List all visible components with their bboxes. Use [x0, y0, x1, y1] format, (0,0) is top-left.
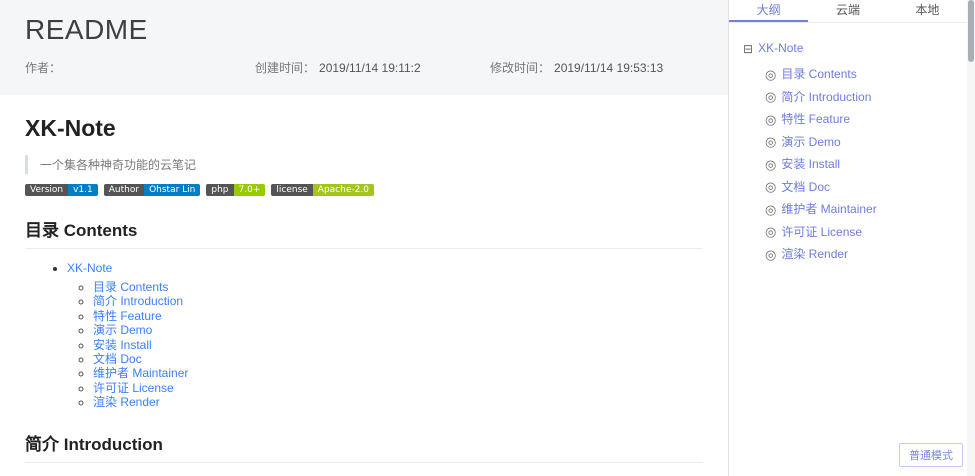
toc-item: 安装 Install [93, 338, 703, 352]
tree-root-row[interactable]: ⊟ XK-Note [743, 40, 965, 57]
tree-item-row[interactable]: ◎ 文档 Doc [743, 179, 965, 196]
document-header: README 作者： 创建时间： 2019/11/14 19:11:2 修改时间：… [0, 0, 728, 95]
badge-value: v1.1 [68, 184, 98, 196]
doc-h1-title: XK-Note [25, 115, 116, 141]
toc-item: 渲染 Render [93, 395, 703, 409]
document-body: XK-Note 一个集各种神奇功能的云笔记 Version v1.1 Author… [0, 95, 728, 476]
license-badge: license Apache-2.0 [271, 184, 374, 196]
document-meta: 作者： 创建时间： 2019/11/14 19:11:2 修改时间： 2019/11… [25, 59, 703, 76]
tree-link-contents[interactable]: 目录 Contents [781, 66, 856, 83]
anchor-icon: ◎ [765, 201, 777, 217]
anchor-icon: ◎ [765, 66, 777, 82]
collapse-icon[interactable]: ⊟ [743, 43, 753, 55]
author-label: 作者： [25, 61, 62, 75]
toc-link-doc[interactable]: 文档 Doc [93, 352, 142, 366]
document-pane: README 作者： 创建时间： 2019/11/14 19:11:2 修改时间：… [0, 0, 728, 476]
toc-item: 维护者 Maintainer [93, 366, 703, 380]
page-title: README [25, 14, 148, 45]
created-label: 创建时间： [255, 61, 316, 75]
tree-link-install[interactable]: 安装 Install [781, 156, 840, 173]
badge-value: Ohstar Lin [144, 184, 201, 196]
version-badge: Version v1.1 [25, 184, 98, 196]
contents-heading: 目录 Contents [25, 216, 703, 249]
modified-label: 修改时间： [490, 61, 551, 75]
tree-item-row[interactable]: ◎ 特性 Feature [743, 111, 965, 128]
anchor-icon: ◎ [765, 224, 777, 239]
badge-value: Apache-2.0 [312, 184, 374, 196]
toc-link-contents[interactable]: 目录 Contents [93, 280, 168, 294]
toc-link-license[interactable]: 许可证 License [93, 381, 174, 395]
toc-item: 演示 Demo [93, 323, 703, 337]
anchor-icon: ◎ [765, 246, 777, 262]
scrollbar-thumb[interactable] [968, 0, 974, 62]
tree-link-render[interactable]: 渲染 Render [781, 246, 848, 263]
toc-link-maintainer[interactable]: 维护者 Maintainer [93, 366, 188, 380]
outline-tree: ⊟ XK-Note ◎ 目录 Contents ◎ 简介 Introductio… [729, 23, 975, 263]
tab-cloud[interactable]: 云端 [808, 0, 887, 22]
tab-outline[interactable]: 大纲 [729, 0, 809, 22]
sidebar-scrollbar[interactable] [967, 0, 975, 476]
toc-link-introduction[interactable]: 简介 Introduction [93, 294, 183, 308]
toc-item: 特性 Feature [93, 309, 703, 323]
tree-link-feature[interactable]: 特性 Feature [781, 111, 850, 128]
badge-row: Version v1.1 Author Ohstar Lin php 7.0+ lic… [25, 184, 703, 196]
toc-list: XK-Note 目录 Contents 简介 Introduction 特性 F… [25, 260, 703, 410]
badge-label: php [206, 184, 234, 196]
tree-item-row[interactable]: ◎ 演示 Demo [743, 134, 965, 151]
doc-subtitle-blockquote: 一个集各种神奇功能的云笔记 [25, 155, 703, 174]
toc-root-item: XK-Note 目录 Contents 简介 Introduction 特性 F… [67, 260, 703, 410]
toc-link-install[interactable]: 安装 Install [93, 338, 152, 352]
tree-link-doc[interactable]: 文档 Doc [781, 179, 830, 196]
toc-sublist: 目录 Contents 简介 Introduction 特性 Feature 演… [67, 280, 703, 410]
normal-mode-button[interactable]: 普通模式 [899, 443, 963, 467]
toc-link-render[interactable]: 渲染 Render [93, 395, 160, 409]
badge-label: Author [103, 184, 145, 196]
badge-label: license [271, 184, 313, 196]
php-badge: php 7.0+ [206, 184, 266, 196]
badge-label: Version [25, 184, 69, 196]
tree-item-row[interactable]: ◎ 渲染 Render [743, 246, 965, 263]
tree-link-maintainer[interactable]: 维护者 Maintainer [781, 201, 876, 218]
tree-item-row[interactable]: ◎ 安装 Install [743, 156, 965, 173]
meta-created: 创建时间： 2019/11/14 19:11:2 [255, 59, 490, 76]
tree-link-introduction[interactable]: 简介 Introduction [781, 89, 871, 106]
tree-root-link[interactable]: XK-Note [758, 40, 803, 57]
introduction-heading: 简介 Introduction [25, 430, 703, 463]
tree-item-row[interactable]: ◎ 简介 Introduction [743, 89, 965, 106]
tree-link-demo[interactable]: 演示 Demo [781, 134, 840, 151]
app-window: README 作者： 创建时间： 2019/11/14 19:11:2 修改时间：… [0, 0, 975, 476]
toc-item: 文档 Doc [93, 352, 703, 366]
meta-modified: 修改时间： 2019/11/14 19:53:13 [490, 59, 663, 76]
toc-item: 许可证 License [93, 381, 703, 395]
sidebar-tabs: 大纲 云端 本地 [729, 0, 975, 23]
tree-item-row[interactable]: ◎ 目录 Contents [743, 66, 965, 83]
toc-root-link[interactable]: XK-Note [67, 261, 112, 275]
anchor-icon: ◎ [765, 179, 777, 194]
created-value: 2019/11/14 19:11:2 [319, 61, 421, 75]
toc-item: 目录 Contents [93, 280, 703, 294]
anchor-icon: ◎ [765, 156, 777, 172]
meta-author: 作者： [25, 59, 255, 76]
tree-item-row[interactable]: ◎ 许可证 License [743, 224, 965, 241]
outline-sidebar: 大纲 云端 本地 ⊟ XK-Note ◎ 目录 Contents ◎ 简介 In… [728, 0, 975, 476]
toc-item: 简介 Introduction [93, 294, 703, 308]
anchor-icon: ◎ [765, 89, 777, 104]
tree-link-license[interactable]: 许可证 License [781, 224, 862, 241]
toc-link-demo[interactable]: 演示 Demo [93, 323, 152, 337]
toc-link-feature[interactable]: 特性 Feature [93, 309, 162, 323]
modified-value: 2019/11/14 19:53:13 [554, 61, 664, 75]
tab-local[interactable]: 本地 [888, 0, 967, 22]
anchor-icon: ◎ [765, 134, 777, 149]
author-badge: Author Ohstar Lin [103, 184, 201, 196]
badge-value: 7.0+ [233, 184, 266, 196]
anchor-icon: ◎ [765, 111, 777, 127]
tree-item-row[interactable]: ◎ 维护者 Maintainer [743, 201, 965, 218]
